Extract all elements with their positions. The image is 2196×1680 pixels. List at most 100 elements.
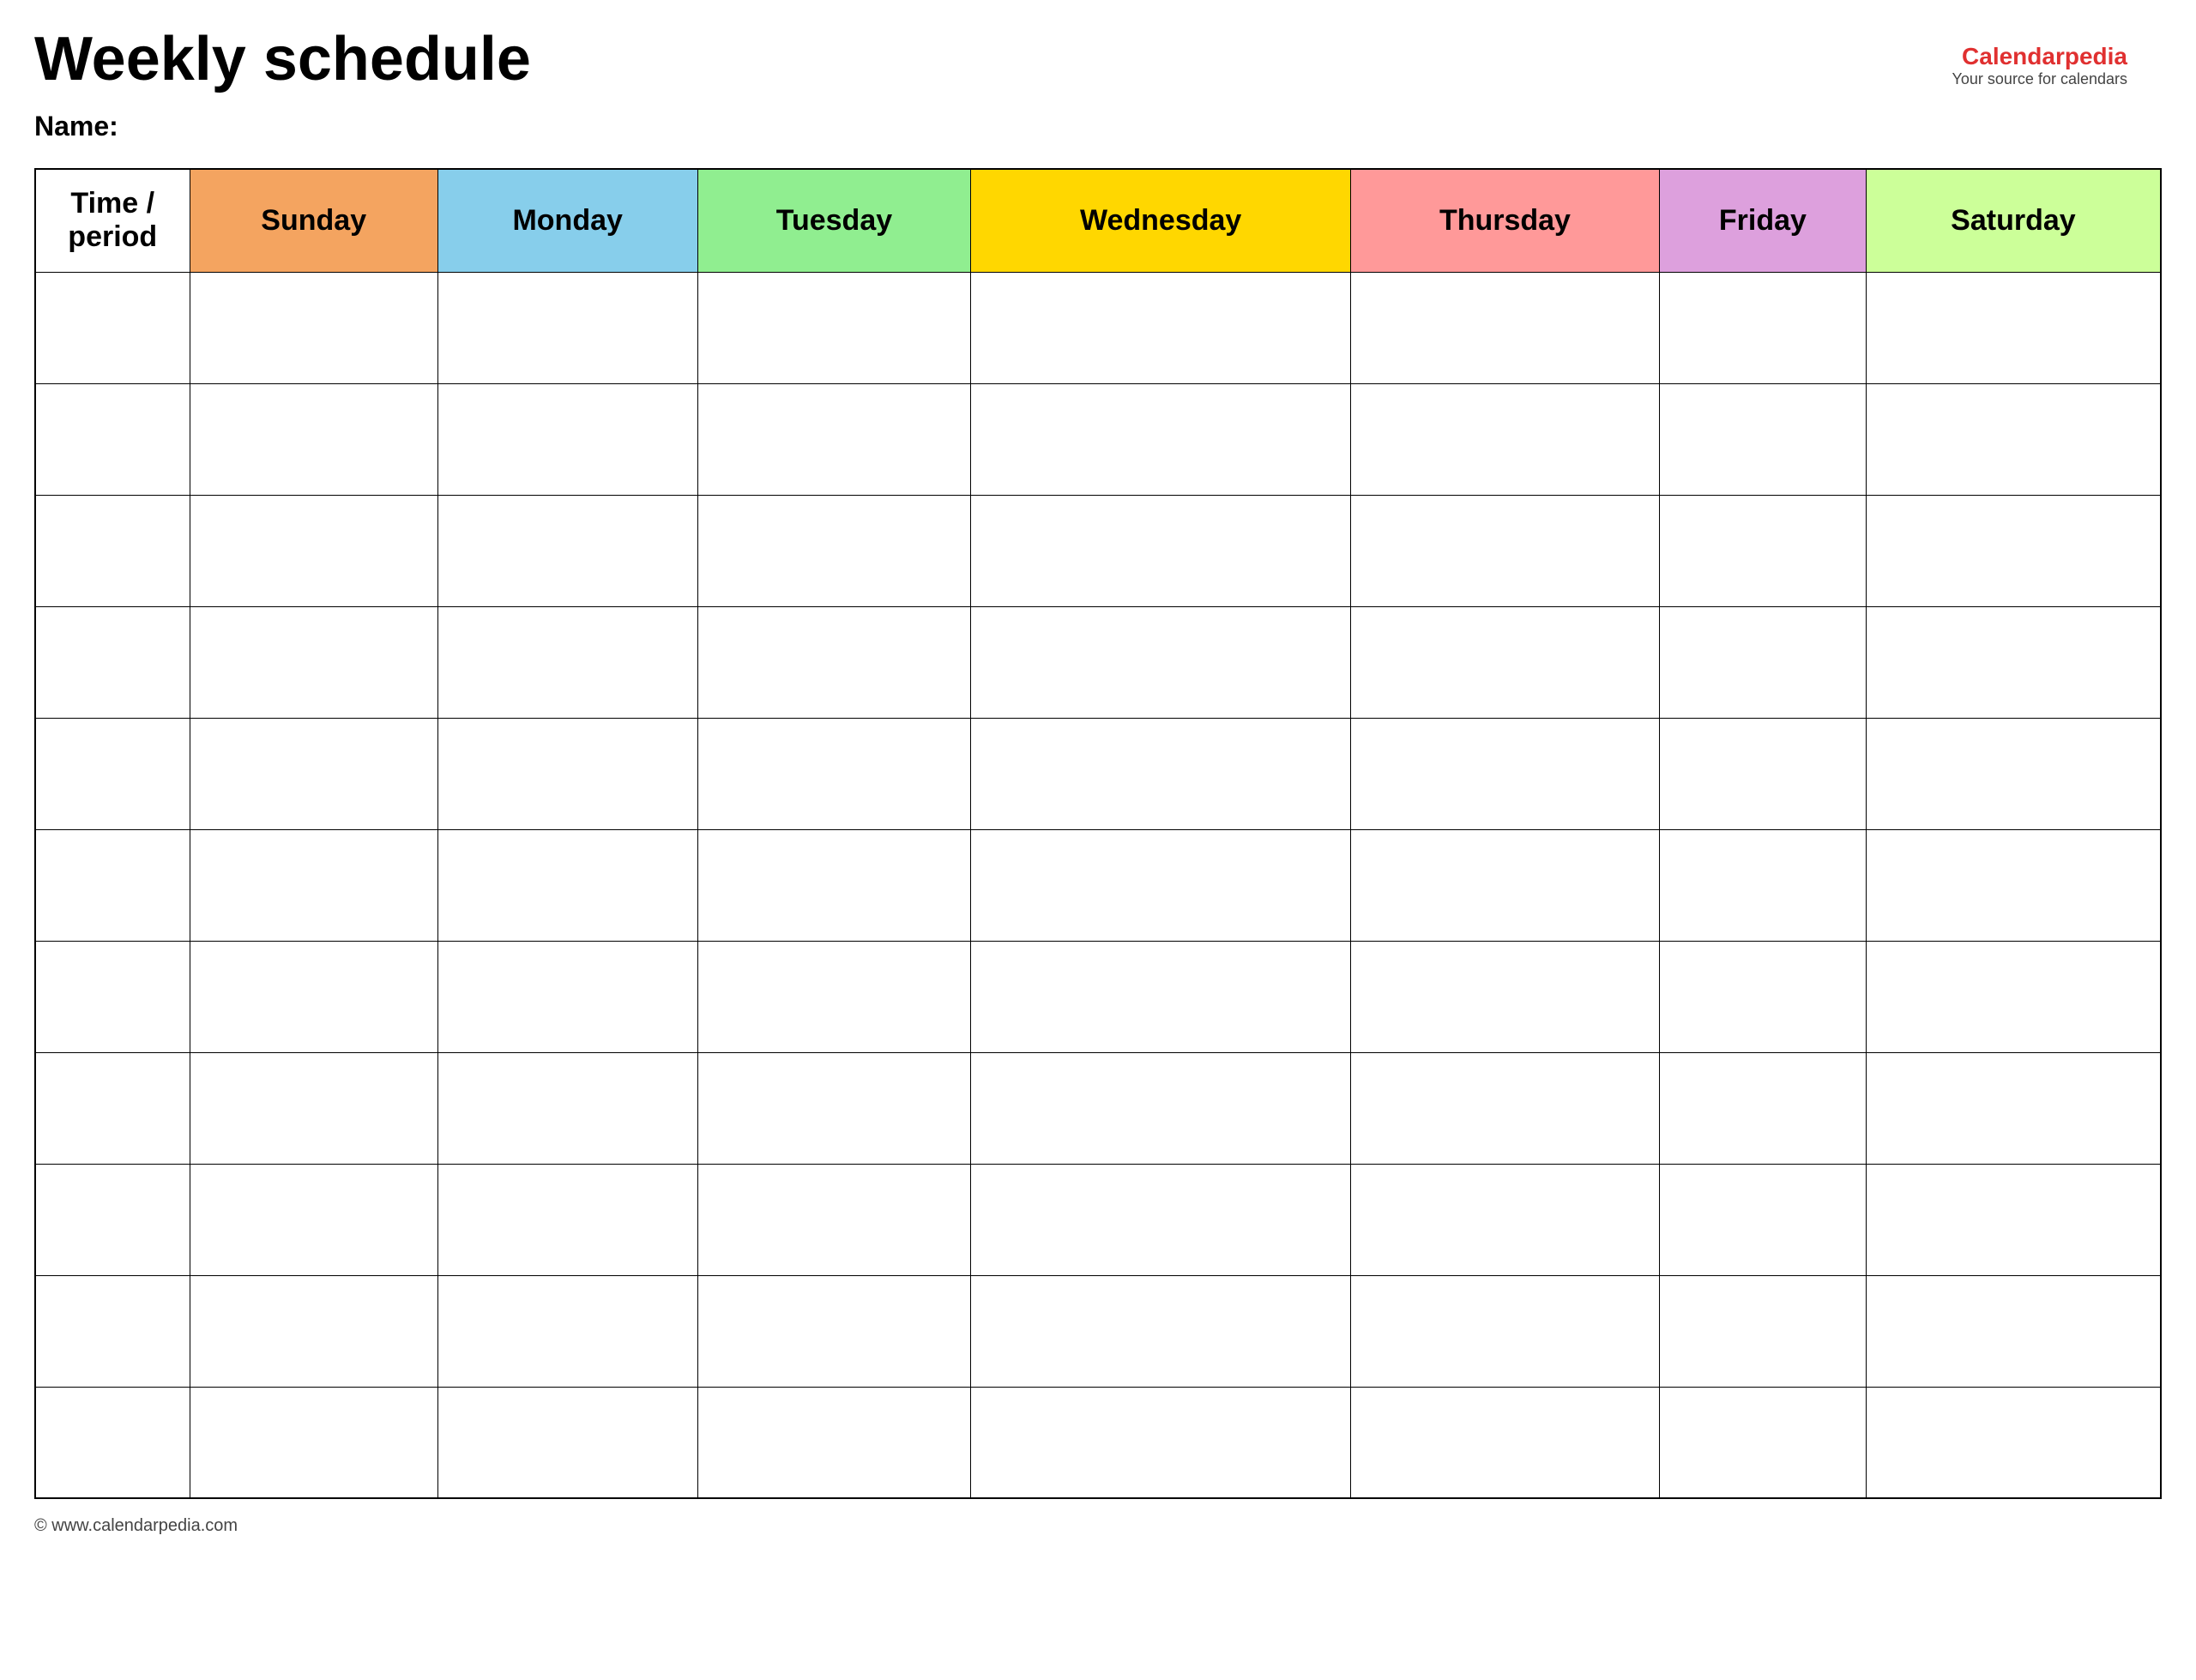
day-cell[interactable] (1660, 495, 1867, 606)
day-cell[interactable] (1350, 272, 1659, 383)
day-cell[interactable] (1660, 941, 1867, 1052)
day-cell[interactable] (1866, 1164, 2161, 1275)
day-cell[interactable] (971, 1164, 1351, 1275)
day-cell[interactable] (697, 829, 971, 941)
day-cell[interactable] (1350, 1275, 1659, 1387)
logo-area: Calendarpedia Your source for calendars (1952, 43, 2127, 88)
table-row (35, 718, 2161, 829)
time-cell[interactable] (35, 495, 190, 606)
day-cell[interactable] (437, 1387, 697, 1498)
day-cell[interactable] (190, 1052, 437, 1164)
time-cell[interactable] (35, 272, 190, 383)
day-cell[interactable] (971, 1275, 1351, 1387)
day-cell[interactable] (1350, 941, 1659, 1052)
time-cell[interactable] (35, 1164, 190, 1275)
day-cell[interactable] (1350, 829, 1659, 941)
day-cell[interactable] (1866, 1052, 2161, 1164)
day-cell[interactable] (971, 829, 1351, 941)
day-cell[interactable] (1866, 1275, 2161, 1387)
day-cell[interactable] (697, 1387, 971, 1498)
day-cell[interactable] (437, 272, 697, 383)
day-cell[interactable] (437, 1275, 697, 1387)
day-cell[interactable] (1660, 1052, 1867, 1164)
day-cell[interactable] (1866, 829, 2161, 941)
day-cell[interactable] (971, 272, 1351, 383)
day-cell[interactable] (1660, 606, 1867, 718)
day-cell[interactable] (697, 383, 971, 495)
time-cell[interactable] (35, 829, 190, 941)
day-cell[interactable] (1866, 1387, 2161, 1498)
day-cell[interactable] (971, 1387, 1351, 1498)
day-cell[interactable] (437, 606, 697, 718)
day-cell[interactable] (1350, 718, 1659, 829)
day-cell[interactable] (1866, 383, 2161, 495)
day-cell[interactable] (697, 718, 971, 829)
day-cell[interactable] (697, 1164, 971, 1275)
day-cell[interactable] (971, 941, 1351, 1052)
day-cell[interactable] (1660, 718, 1867, 829)
day-cell[interactable] (190, 495, 437, 606)
table-row (35, 1164, 2161, 1275)
table-row (35, 941, 2161, 1052)
day-cell[interactable] (190, 383, 437, 495)
day-cell[interactable] (437, 829, 697, 941)
day-cell[interactable] (190, 1164, 437, 1275)
day-cell[interactable] (971, 606, 1351, 718)
logo-calendar: Calendar (1962, 43, 2065, 69)
saturday-header: Saturday (1866, 169, 2161, 272)
day-cell[interactable] (697, 495, 971, 606)
header-row: Time / period Sunday Monday Tuesday Wedn… (35, 169, 2161, 272)
time-cell[interactable] (35, 1052, 190, 1164)
logo-subtitle: Your source for calendars (1952, 70, 2127, 88)
day-cell[interactable] (1866, 718, 2161, 829)
day-cell[interactable] (1660, 829, 1867, 941)
logo-text: Calendarpedia (1952, 43, 2127, 70)
day-cell[interactable] (697, 941, 971, 1052)
time-cell[interactable] (35, 606, 190, 718)
time-cell[interactable] (35, 718, 190, 829)
day-cell[interactable] (190, 1387, 437, 1498)
day-cell[interactable] (1660, 1164, 1867, 1275)
time-cell[interactable] (35, 941, 190, 1052)
time-cell[interactable] (35, 1275, 190, 1387)
day-cell[interactable] (437, 1164, 697, 1275)
day-cell[interactable] (1660, 1387, 1867, 1498)
day-cell[interactable] (1350, 383, 1659, 495)
day-cell[interactable] (1866, 272, 2161, 383)
schedule-table: Time / period Sunday Monday Tuesday Wedn… (34, 168, 2162, 1499)
day-cell[interactable] (437, 1052, 697, 1164)
day-cell[interactable] (190, 272, 437, 383)
day-cell[interactable] (697, 1275, 971, 1387)
day-cell[interactable] (1866, 606, 2161, 718)
day-cell[interactable] (1660, 272, 1867, 383)
day-cell[interactable] (971, 495, 1351, 606)
time-cell[interactable] (35, 383, 190, 495)
day-cell[interactable] (190, 829, 437, 941)
time-cell[interactable] (35, 1387, 190, 1498)
day-cell[interactable] (971, 718, 1351, 829)
day-cell[interactable] (437, 941, 697, 1052)
sunday-header: Sunday (190, 169, 437, 272)
day-cell[interactable] (437, 383, 697, 495)
day-cell[interactable] (437, 495, 697, 606)
day-cell[interactable] (1350, 1052, 1659, 1164)
day-cell[interactable] (1866, 495, 2161, 606)
day-cell[interactable] (697, 606, 971, 718)
day-cell[interactable] (190, 606, 437, 718)
day-cell[interactable] (190, 1275, 437, 1387)
day-cell[interactable] (1350, 495, 1659, 606)
day-cell[interactable] (190, 941, 437, 1052)
footer-text: © www.calendarpedia.com (34, 1516, 238, 1535)
day-cell[interactable] (190, 718, 437, 829)
day-cell[interactable] (1350, 606, 1659, 718)
day-cell[interactable] (697, 272, 971, 383)
day-cell[interactable] (437, 718, 697, 829)
day-cell[interactable] (1350, 1164, 1659, 1275)
day-cell[interactable] (1660, 1275, 1867, 1387)
day-cell[interactable] (1660, 383, 1867, 495)
day-cell[interactable] (1350, 1387, 1659, 1498)
day-cell[interactable] (1866, 941, 2161, 1052)
day-cell[interactable] (971, 383, 1351, 495)
day-cell[interactable] (971, 1052, 1351, 1164)
day-cell[interactable] (697, 1052, 971, 1164)
